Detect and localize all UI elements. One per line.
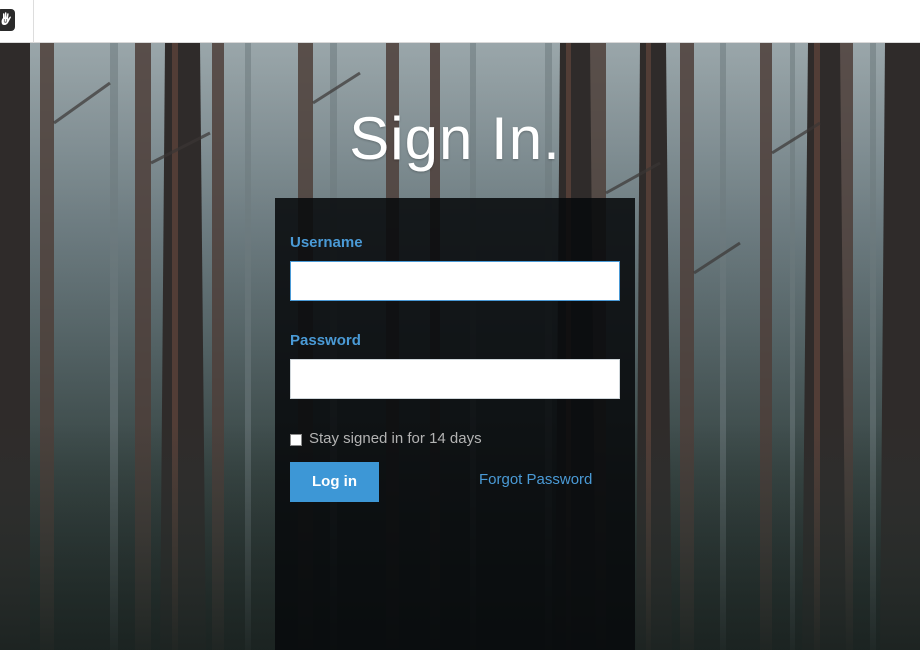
login-button[interactable]: Log in bbox=[290, 462, 379, 502]
username-input[interactable] bbox=[290, 261, 620, 301]
forgot-password-link[interactable]: Forgot Password bbox=[479, 471, 592, 488]
login-panel: Username Password Stay signed in for 14 … bbox=[275, 198, 635, 650]
username-label: Username bbox=[290, 234, 363, 251]
hand-logo-icon bbox=[0, 9, 15, 31]
logo-button[interactable] bbox=[0, 0, 34, 43]
password-input[interactable] bbox=[290, 359, 620, 399]
forest-background-image: Sign In. Username Password Stay signed i… bbox=[0, 43, 920, 650]
top-toolbar bbox=[0, 0, 920, 43]
page-title: Sign In. bbox=[349, 105, 561, 172]
remember-me-checkbox[interactable] bbox=[290, 433, 302, 446]
password-label: Password bbox=[290, 332, 361, 349]
remember-me-label[interactable]: Stay signed in for 14 days bbox=[309, 430, 482, 447]
remember-me-row: Stay signed in for 14 days bbox=[290, 430, 482, 447]
